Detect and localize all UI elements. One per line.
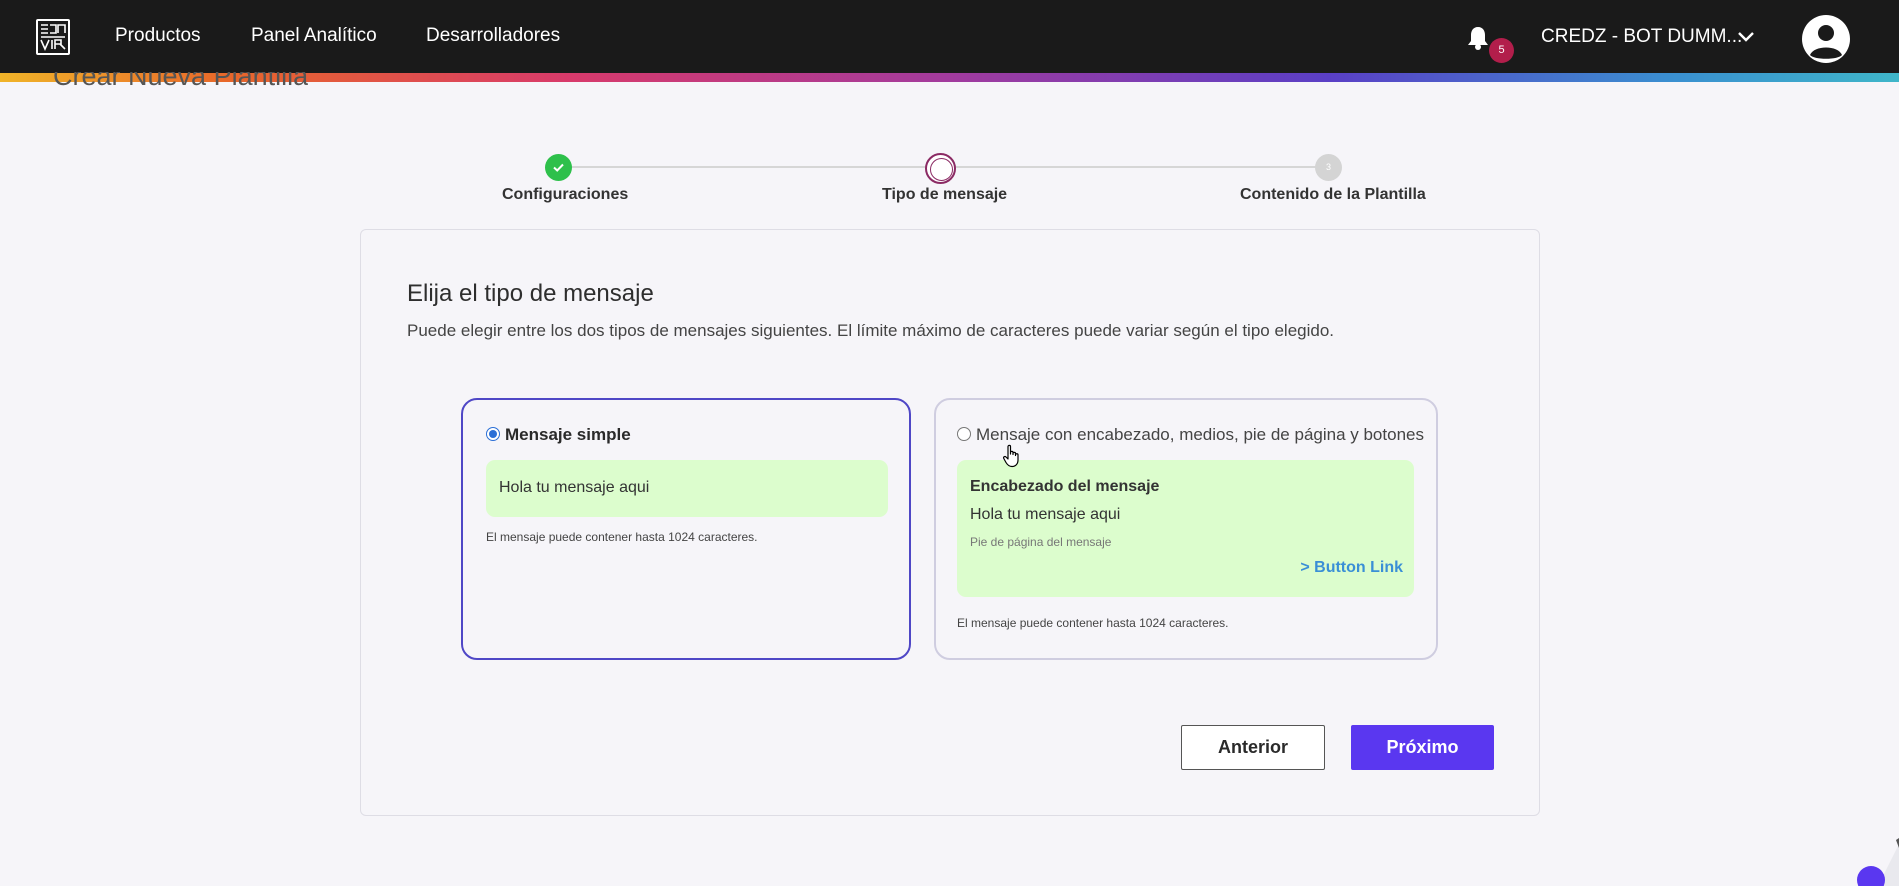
card-description: Puede elegir entre los dos tipos de mens…: [407, 321, 1335, 340]
preview-text: Hola tu mensaje aqui: [970, 506, 1121, 523]
nav-link-analytics-panel[interactable]: Panel Analítico: [251, 25, 377, 47]
nav-link-products[interactable]: Productos: [115, 25, 201, 47]
option-simple-message[interactable]: Mensaje simple Hola tu mensaje aqui El m…: [461, 398, 911, 660]
card-title: Elija el tipo de mensaje: [407, 280, 654, 307]
step-completed-check-icon: [545, 154, 572, 181]
option-rich-message[interactable]: Mensaje con encabezado, medios, pie de p…: [934, 398, 1438, 660]
page-title: Crear Nueva Plantilla: [53, 72, 308, 96]
nav-link-developers[interactable]: Desarrolladores: [426, 25, 560, 47]
next-button[interactable]: Próximo: [1351, 725, 1494, 770]
message-type-card: Elija el tipo de mensaje Puede elegir en…: [360, 229, 1540, 816]
preview-header: Encabezado del mensaje: [970, 478, 1160, 495]
step-label-configurations: Configuraciones: [502, 186, 629, 203]
message-preview-bubble: Hola tu mensaje aqui: [486, 460, 888, 517]
step-label-message-type: Tipo de mensaje: [882, 186, 1008, 203]
page-title-text: Crear Nueva Plantilla: [53, 72, 309, 91]
step-pending-indicator: 3: [1315, 154, 1342, 181]
user-avatar-icon[interactable]: [1802, 15, 1850, 63]
preview-footer: Pie de página del mensaje: [970, 535, 1112, 549]
help-chat-widget-icon[interactable]: [1838, 838, 1899, 886]
message-preview-bubble: Encabezado del mensaje Hola tu mensaje a…: [957, 460, 1414, 597]
radio-simple-message[interactable]: [486, 427, 500, 441]
stepper-connector: [940, 166, 1328, 168]
account-name[interactable]: CREDZ - BOT DUMM...: [1541, 26, 1742, 48]
notification-count-badge: 5: [1489, 38, 1514, 63]
preview-text: Hola tu mensaje aqui: [499, 479, 650, 496]
bell-icon[interactable]: [1466, 25, 1490, 51]
character-limit-note: El mensaje puede contener hasta 1024 car…: [486, 530, 758, 544]
radio-rich-message[interactable]: [957, 427, 971, 441]
zenvia-logo-icon[interactable]: [36, 19, 70, 55]
stepper-connector: [558, 166, 940, 168]
character-limit-note: El mensaje puede contener hasta 1024 car…: [957, 616, 1229, 630]
step-current-indicator: [925, 153, 956, 184]
chevron-down-icon[interactable]: [1736, 29, 1756, 45]
option-label[interactable]: Mensaje con encabezado, medios, pie de p…: [976, 425, 1424, 445]
hand-pointer-cursor-icon: [1002, 443, 1024, 469]
previous-button[interactable]: Anterior: [1181, 725, 1325, 770]
option-label[interactable]: Mensaje simple: [505, 425, 631, 445]
preview-button-link: > Button Link: [1300, 559, 1403, 576]
step-label-template-content: Contenido de la Plantilla: [1240, 186, 1426, 203]
top-navbar: Productos Panel Analítico Desarrolladore…: [0, 0, 1899, 73]
